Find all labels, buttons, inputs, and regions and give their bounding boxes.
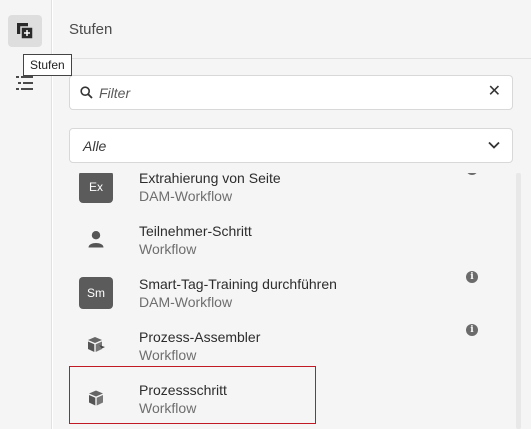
user-icon [85, 228, 107, 250]
add-layers-icon [17, 23, 34, 40]
list-item-title: Teilnehmer-Schritt [139, 223, 252, 239]
info-icon[interactable]: i [466, 324, 478, 336]
ex-badge-icon: Ex [79, 173, 113, 203]
scrollbar-thumb[interactable] [516, 173, 521, 429]
assembler-box-icon [85, 334, 107, 356]
info-icon[interactable]: i [466, 271, 478, 283]
list-item-title: Extrahierung von Seite [139, 173, 281, 186]
divider [53, 58, 531, 59]
category-select-value: Alle [83, 138, 107, 154]
list-item-subtitle: Workflow [139, 400, 197, 416]
sm-badge-icon: Sm [79, 277, 113, 309]
tooltip: Stufen [23, 54, 72, 76]
list-item[interactable]: Ex Extrahierung von Seite DAM-Workflow i [69, 173, 495, 217]
list-item-subtitle: Workflow [139, 347, 197, 363]
search-icon [80, 86, 93, 99]
chevron-down-icon [488, 141, 500, 149]
list-item[interactable]: Prozessschritt Workflow [69, 377, 495, 429]
list-item[interactable]: Sm Smart-Tag-Training durchführen DAM-Wo… [69, 271, 495, 323]
panel-title: Stufen [69, 21, 113, 38]
scrollbar[interactable] [513, 173, 525, 429]
info-icon[interactable]: i [466, 173, 478, 175]
list-item-subtitle: Workflow [139, 241, 197, 257]
box-icon [85, 387, 107, 409]
list-item-subtitle: DAM-Workflow [139, 188, 233, 204]
filter-placeholder: Filter [99, 85, 131, 101]
list-item-title: Smart-Tag-Training durchführen [139, 276, 337, 292]
list-item-title: Prozess-Assembler [139, 329, 261, 345]
category-select[interactable]: Alle [69, 128, 513, 163]
clear-icon[interactable]: ✕ [488, 83, 501, 101]
filter-input[interactable]: Filter ✕ [69, 75, 513, 110]
list-tree-icon [16, 76, 33, 90]
list-item-title: Prozessschritt [139, 382, 227, 398]
list-item[interactable]: Teilnehmer-Schritt Workflow [69, 218, 495, 270]
component-list: Ex Extrahierung von Seite DAM-Workflow i… [69, 173, 495, 429]
list-item-subtitle: DAM-Workflow [139, 294, 233, 310]
list-item[interactable]: Prozess-Assembler Workflow i [69, 324, 495, 376]
stages-panel-button[interactable] [8, 15, 42, 47]
